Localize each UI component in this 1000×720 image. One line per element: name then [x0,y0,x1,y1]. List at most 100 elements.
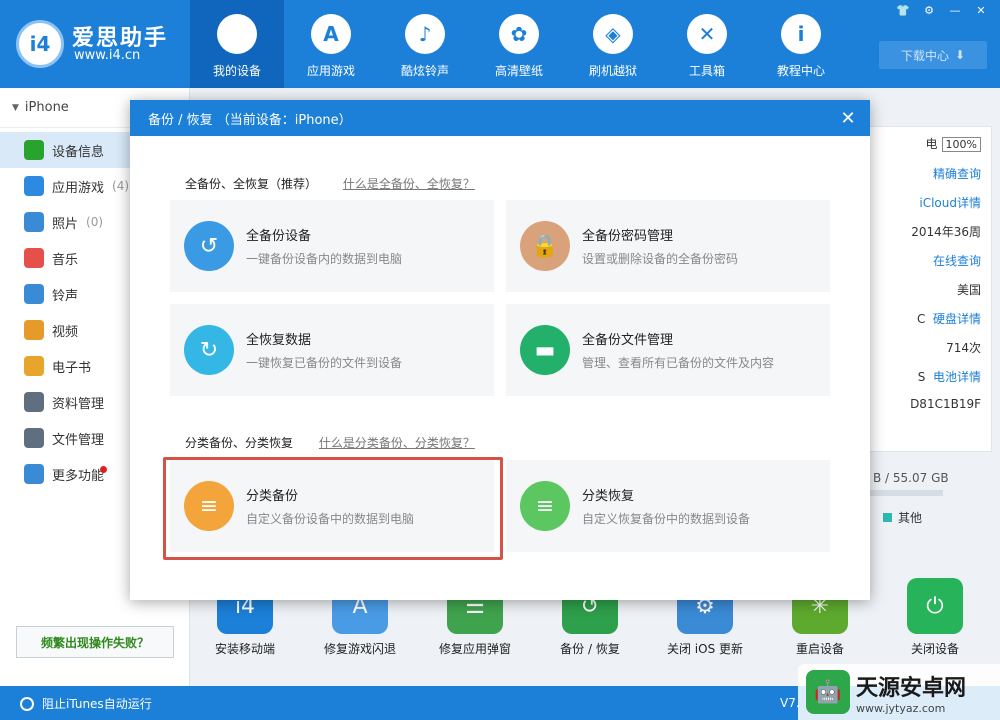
warranty-link[interactable]: 在线查询 [933,254,981,268]
nav-apps-games[interactable]: A 应用游戏 [284,0,378,88]
exact-query-link[interactable]: 精确查询 [933,167,981,181]
download-center-button[interactable]: 下载中心 ⬇ [879,41,987,69]
video-icon [24,320,44,340]
sidebar-item-label: 应用游戏 [52,180,105,196]
option-card[interactable]: ≡ 分类备份自定义备份设备中的数据到电脑 [170,460,494,552]
nav-ringtones[interactable]: ♪ 酷炫铃声 [378,0,472,88]
card-text: 分类恢复 自定义恢复备份中的数据到设备 [582,485,750,527]
nav-flash-jailbreak[interactable]: ◈ 刷机越狱 [566,0,660,88]
sidebar-item-label: 资料管理 [52,396,105,412]
dropbox-icon: ◈ [593,14,633,54]
card-description: 自定义备份设备中的数据到电脑 [246,512,415,526]
full-backup-help-link[interactable]: 什么是全备份、全恢复？ [343,177,475,191]
info-circle-icon [24,140,44,160]
sidebar-item-label: 视频 [52,324,79,340]
skin-icon[interactable]: 👕 [894,4,912,18]
watermark-name: 天源安卓网 [856,675,967,701]
flower-icon: ✿ [499,14,539,54]
nav-label: 教程中心 [776,64,825,78]
android-logo-icon: 🤖 [806,670,850,714]
window-controls: 👕 ⚙ — ✕ [894,4,990,18]
nav-label: 高清壁纸 [494,64,543,78]
full-backup-icon: ↺ [184,221,234,271]
app-url: www.i4.cn [74,48,141,63]
category-backup-help-link[interactable]: 什么是分类备份、分类恢复？ [319,436,475,450]
option-card[interactable]: ▬ 全备份文件管理 管理、查看所有已备份的文件及内容 [506,304,830,396]
lock-icon: 🔒 [520,221,570,271]
block-itunes-toggle[interactable]: 阻止iTunes自动运行 [20,695,152,712]
download-center-label: 下载中心 [900,48,949,63]
tool-label: 关闭设备 [910,642,959,656]
dialog-header: 备份 / 恢复 （当前设备：iPhone） ✕ [130,100,870,136]
card-title: 分类备份 [246,489,299,504]
card-text: 全备份文件管理 管理、查看所有已备份的文件及内容 [582,329,774,371]
icloud-link[interactable]: iCloud详情 [919,196,981,210]
radio-icon [20,696,34,711]
sidebar-item-label: 设备信息 [52,144,105,160]
storage-text: B / 55.07 GB [873,471,949,485]
i4-logo-icon: i4 [16,20,64,68]
nav-label: 酷炫铃声 [400,64,449,78]
file-icon [24,428,44,448]
full-restore-icon: ↻ [184,325,234,375]
apple-icon [217,14,257,54]
sidebar-item-label: 铃声 [52,288,79,304]
nav-label: 应用游戏 [306,64,355,78]
nav-my-device[interactable]: 我的设备 [190,0,284,88]
book-icon [24,356,44,376]
bell-icon: ♪ [405,14,445,54]
section-label: 分类备份、分类恢复 [185,436,294,450]
battery-label: S [917,370,926,384]
option-card[interactable]: ≡ 分类恢复 自定义恢复备份中的数据到设备 [506,460,830,552]
tool-label: 修复游戏闪退 [323,642,396,656]
device-name: iPhone [24,100,69,115]
category-restore-icon: ≡ [520,481,570,531]
sales-region: 美国 [956,283,981,297]
bell-icon [24,284,44,304]
nav-label: 我的设备 [212,64,261,78]
minimize-icon[interactable]: — [946,4,964,18]
dialog-title: 备份 / 恢复 （当前设备：iPhone） [148,112,352,128]
sidebar-item-label: 更多功能 [52,468,105,484]
production-date: 2014年36周 [911,225,981,239]
card-description: 自定义恢复备份中的数据到设备 [582,512,751,526]
tool-label: 安装移动端 [214,642,275,656]
nav-tutorials[interactable]: i 教程中心 [754,0,848,88]
category-backup-icon: ≡ [184,481,234,531]
battery-detail-link[interactable]: 电池详情 [933,370,981,384]
category-backup-section-title: 分类备份、分类恢复 什么是分类备份、分类恢复？ [185,434,475,451]
top-bar: i4 爱思助手 www.i4.cn 我的设备 A 应用游戏 ♪ 酷炫铃声 ✿ 高… [0,0,1000,88]
settings-icon[interactable]: ⚙ [920,4,938,18]
option-card[interactable]: ↻ 全恢复数据 一键恢复已备份的文件到设备 [170,304,494,396]
sidebar-item-label: 电子书 [52,360,92,376]
power-icon: ⏻ [907,578,963,634]
backup-restore-dialog: 备份 / 恢复 （当前设备：iPhone） ✕ 全备份、全恢复（推荐） 什么是全… [130,100,870,600]
card-text: 全恢复数据 一键恢复已备份的文件到设备 [246,329,402,371]
disk-label: C [916,312,926,326]
card-description: 一键备份设备内的数据到电脑 [246,252,403,266]
nav-toolbox[interactable]: ✕ 工具箱 [660,0,754,88]
card-text: 全备份密码管理 设置或删除设备的全备份密码 [582,225,738,267]
watermark: 🤖 天源安卓网 www.jytyaz.com [798,664,1000,720]
app-logo: i4 爱思助手 www.i4.cn [16,18,176,70]
tool-label: 关闭 iOS 更新 [666,642,744,656]
sidebar-item-label: 音乐 [52,252,79,268]
sidebar-item-label: 照片 [52,216,79,232]
option-card[interactable]: ↺ 全备份设备 一键备份设备内的数据到电脑 [170,200,494,292]
nav-label: 工具箱 [688,64,725,78]
battery-row: 电 100% [926,135,981,152]
sidebar-item-count: (0) [86,215,104,229]
help-button[interactable]: 频繁出现操作失败？ [16,626,174,658]
nav-wallpapers[interactable]: ✿ 高清壁纸 [472,0,566,88]
close-window-icon[interactable]: ✕ [972,4,990,18]
tools-icon: ✕ [687,14,727,54]
nav-label: 刷机越狱 [588,64,637,78]
close-icon[interactable]: ✕ [826,100,870,136]
music-icon [24,248,44,268]
option-card[interactable]: 🔒 全备份密码管理 设置或删除设备的全备份密码 [506,200,830,292]
disk-detail-link[interactable]: 硬盘详情 [933,312,981,326]
card-title: 全备份文件管理 [582,333,674,348]
charging-label: 电 [925,137,938,151]
legend-label: 其他 [898,511,923,525]
tool-shortcut[interactable]: ⏻ 关闭设备 [880,578,990,657]
